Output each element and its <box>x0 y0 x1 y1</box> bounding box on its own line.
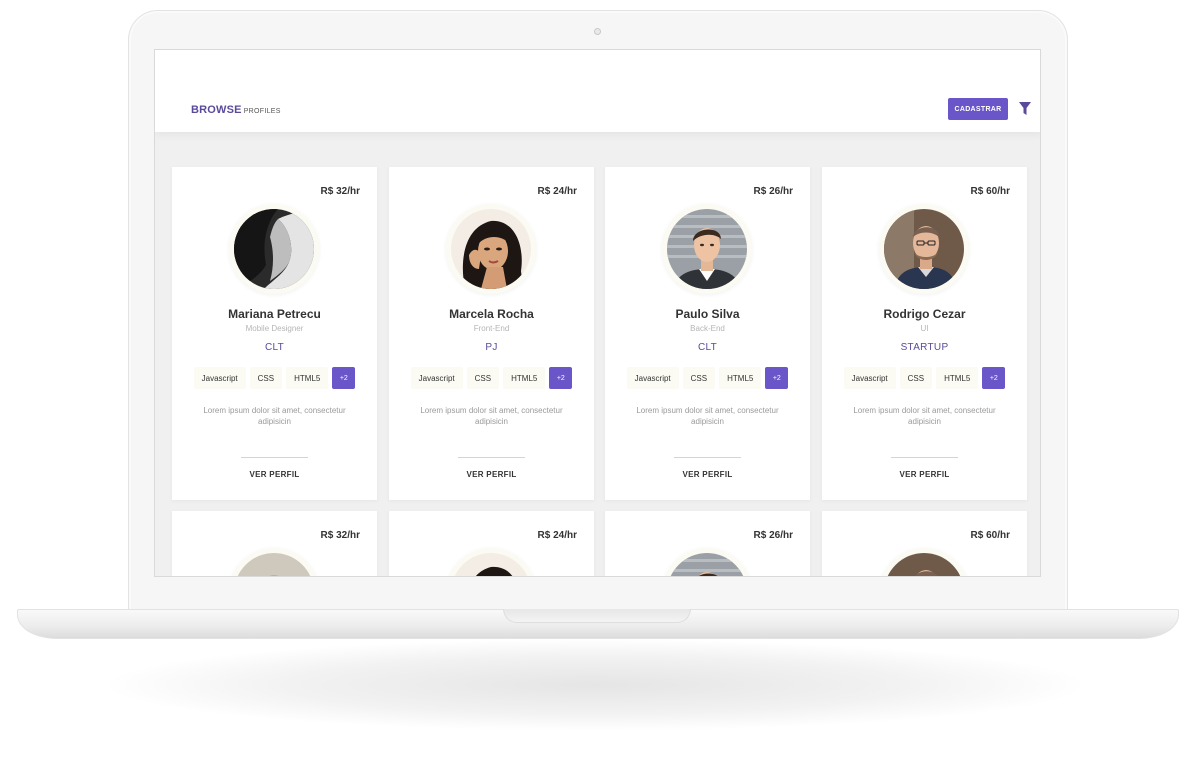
skill-list: Javascript CSS HTML5 +2 <box>172 367 377 389</box>
profile-bio: Lorem ipsum dolor sit amet, consectetur … <box>420 406 563 426</box>
avatar <box>667 209 747 289</box>
contract-type: STARTUP <box>900 342 949 353</box>
view-profile-link[interactable]: VER PERFIL <box>605 470 810 479</box>
camera-icon <box>594 28 601 35</box>
profile-role: Front-End <box>473 324 510 333</box>
profile-name: Paulo Silva <box>675 307 740 321</box>
view-profile-link[interactable]: VER PERFIL <box>822 470 1027 479</box>
avatar <box>234 209 314 289</box>
contract-type: CLT <box>697 342 718 353</box>
hourly-rate: R$ 60/hr <box>970 530 1010 541</box>
hourly-rate: R$ 32/hr <box>320 186 360 197</box>
hourly-rate: R$ 24/hr <box>537 186 577 197</box>
avatar <box>234 553 314 576</box>
profile-card: R$ 26/hr Paulo Silva Back-End CLT Javasc… <box>605 167 810 500</box>
hourly-rate: R$ 26/hr <box>753 186 793 197</box>
avatar-frame <box>662 204 752 294</box>
hourly-rate: R$ 60/hr <box>970 186 1010 197</box>
contract-type: PJ <box>485 342 498 353</box>
skill-tag: Javascript <box>410 367 463 389</box>
profile-name: Marcela Rocha <box>449 307 534 321</box>
brand-small-text: PROFILES <box>243 108 281 115</box>
profile-role: Back-End <box>690 324 725 333</box>
skill-list: Javascript CSS HTML5 +2 <box>389 367 594 389</box>
profile-card: R$ 24/hr Marcela Rocha Front-End PJ Java… <box>389 167 594 500</box>
more-skills-button[interactable]: +2 <box>332 367 356 389</box>
avatar-frame <box>229 204 319 294</box>
profile-name: Rodrigo Cezar <box>883 307 966 321</box>
filter-icon[interactable] <box>1019 102 1031 116</box>
laptop-shadow <box>110 640 1080 730</box>
skill-tag: CSS <box>682 367 716 389</box>
avatar-frame <box>229 548 319 576</box>
hourly-rate: R$ 24/hr <box>537 530 577 541</box>
skill-tag: HTML5 <box>719 367 762 389</box>
screen: BROWSE PROFILES CADASTRAR R$ 32/hr Marian… <box>154 49 1041 577</box>
skill-list: Javascript CSS HTML5 +2 <box>605 367 810 389</box>
hourly-rate: R$ 32/hr <box>320 530 360 541</box>
skill-tag: HTML5 <box>503 367 546 389</box>
divider <box>891 457 958 458</box>
skill-tag: CSS <box>899 367 933 389</box>
profile-name: Mariana Petrecu <box>228 307 321 321</box>
cadastrar-button[interactable]: CADASTRAR <box>948 98 1008 120</box>
avatar <box>884 553 964 576</box>
divider <box>674 457 741 458</box>
contract-type: CLT <box>264 342 285 353</box>
avatar-frame <box>446 204 536 294</box>
hourly-rate: R$ 26/hr <box>753 530 793 541</box>
more-skills-button[interactable]: +2 <box>549 367 573 389</box>
profile-bio: Lorem ipsum dolor sit amet, consectetur … <box>636 406 779 426</box>
profile-role: UI <box>920 324 929 333</box>
skill-tag: HTML5 <box>936 367 979 389</box>
profile-card: R$ 60/hr Rodrigo Cezar UI STARTUP Javasc… <box>822 167 1027 500</box>
skill-tag: CSS <box>466 367 500 389</box>
profile-card: R$ 32/hr Mariana Petrecu Mobile Designer… <box>172 167 377 500</box>
view-profile-link[interactable]: VER PERFIL <box>389 470 594 479</box>
profile-card: R$ 26/hr <box>605 511 810 576</box>
skill-tag: Javascript <box>843 367 896 389</box>
skill-tag: Javascript <box>193 367 246 389</box>
avatar-frame <box>446 548 536 576</box>
more-skills-button[interactable]: +2 <box>765 367 789 389</box>
profile-bio: Lorem ipsum dolor sit amet, consectetur … <box>203 406 346 426</box>
skill-tag: HTML5 <box>286 367 329 389</box>
divider <box>241 457 308 458</box>
skill-tag: Javascript <box>626 367 679 389</box>
laptop-notch <box>503 609 691 623</box>
more-skills-button[interactable]: +2 <box>982 367 1006 389</box>
divider <box>458 457 525 458</box>
profile-role: Mobile Designer <box>245 324 304 333</box>
avatar-frame <box>879 204 969 294</box>
profile-card: R$ 60/hr <box>822 511 1027 576</box>
brand-bold-text: BROWSE <box>191 104 242 116</box>
brand-logo[interactable]: BROWSE PROFILES <box>191 104 281 116</box>
avatar <box>667 553 747 576</box>
profile-bio: Lorem ipsum dolor sit amet, consectetur … <box>853 406 996 426</box>
avatar <box>884 209 964 289</box>
avatar-frame <box>662 548 752 576</box>
profile-card: R$ 24/hr <box>389 511 594 576</box>
skill-list: Javascript CSS HTML5 +2 <box>822 367 1027 389</box>
avatar <box>451 553 531 576</box>
avatar-frame <box>879 548 969 576</box>
avatar <box>451 209 531 289</box>
app-header: BROWSE PROFILES CADASTRAR <box>155 50 1040 132</box>
skill-tag: CSS <box>249 367 283 389</box>
profile-card: R$ 32/hr <box>172 511 377 576</box>
view-profile-link[interactable]: VER PERFIL <box>172 470 377 479</box>
